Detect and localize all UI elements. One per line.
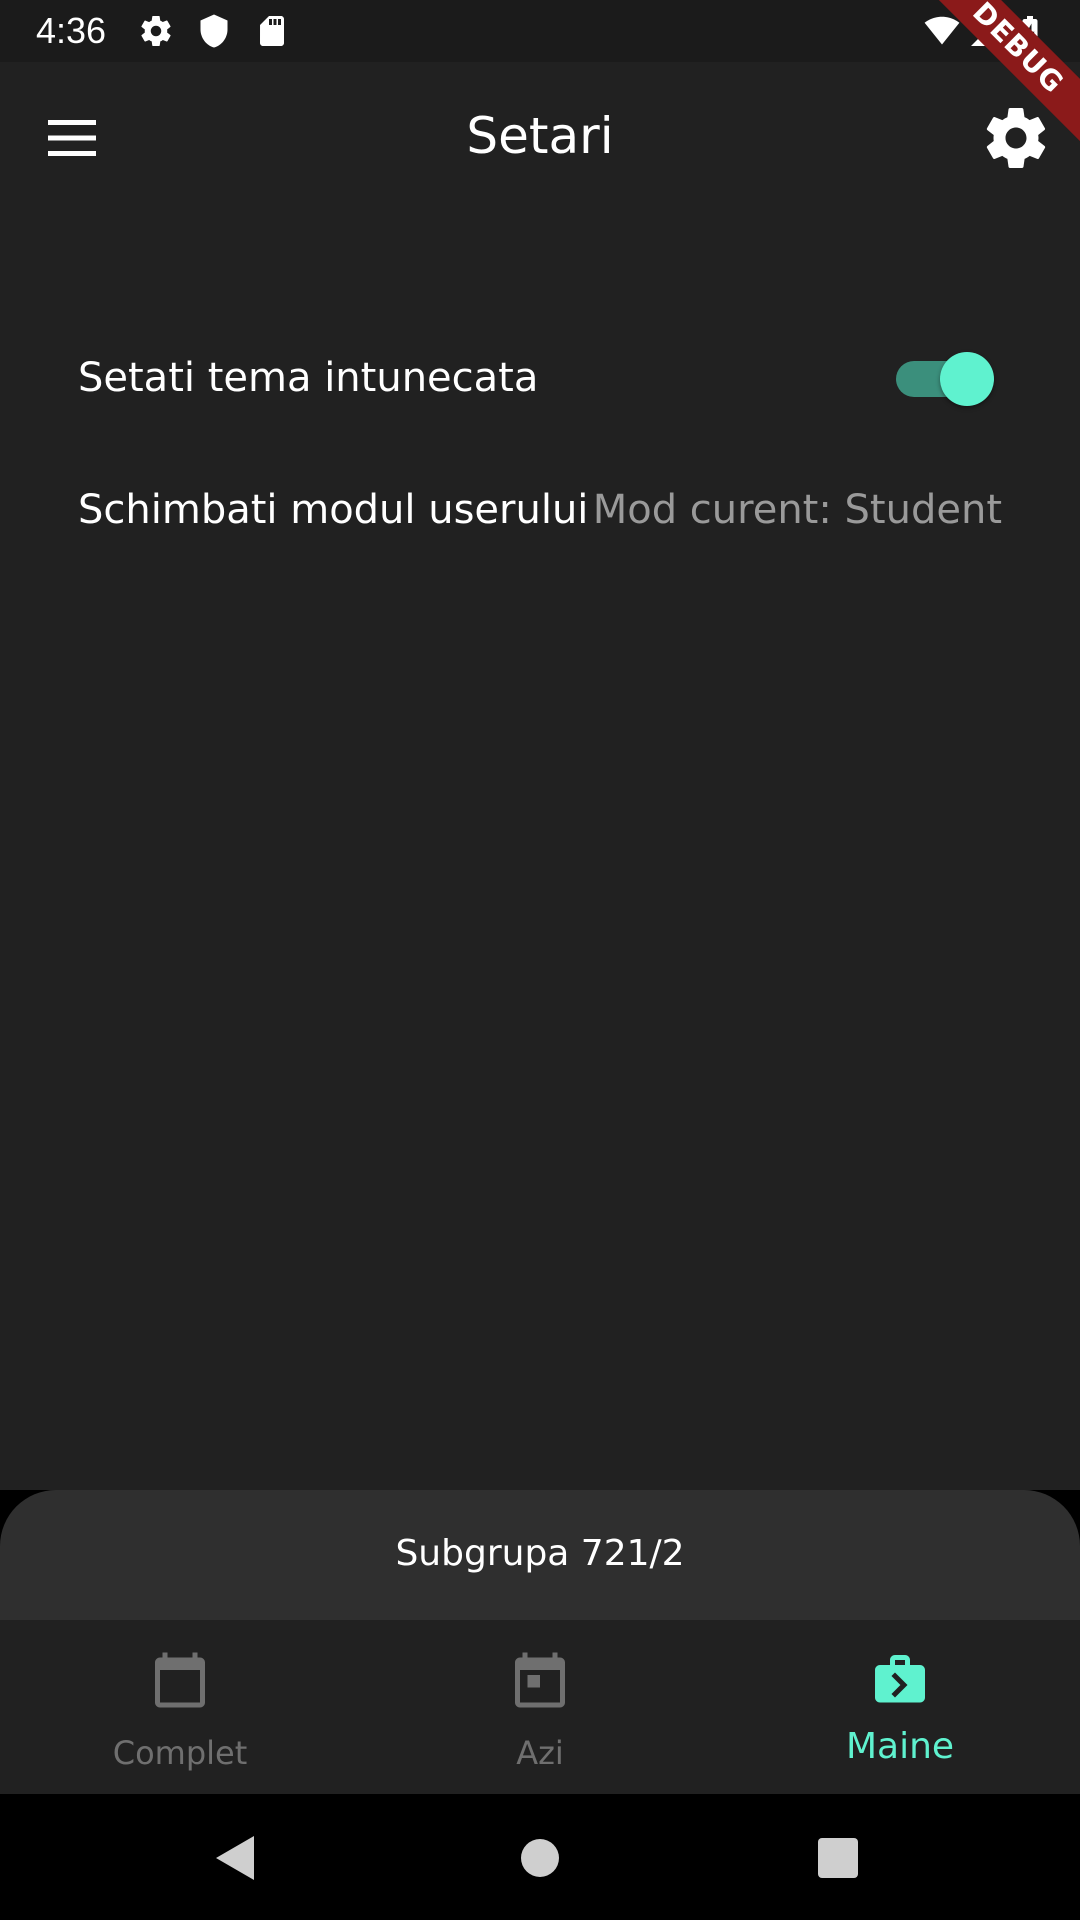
user-mode-label: Schimbati modul userului <box>78 487 589 533</box>
nav-label-complet: Complet <box>112 1734 248 1772</box>
briefcase-next-icon <box>870 1650 930 1710</box>
status-bar: 4:36 <box>0 0 1080 62</box>
toggle-thumb <box>940 352 994 406</box>
settings-list: Setati tema intunecata Schimbati modul u… <box>0 212 1080 1490</box>
dark-theme-label: Setati tema intunecata <box>78 355 539 401</box>
back-icon[interactable] <box>210 1830 266 1886</box>
page-title: Setari <box>466 107 614 165</box>
nav-item-azi[interactable]: Azi <box>360 1620 720 1794</box>
nav-item-maine[interactable]: Maine <box>720 1620 1080 1794</box>
wifi-icon <box>924 13 960 49</box>
dark-theme-toggle[interactable] <box>892 352 994 406</box>
bottom-nav: Complet Azi Maine <box>0 1620 1080 1794</box>
subgroup-label: Subgrupa 721/2 <box>395 1533 685 1574</box>
shield-icon <box>196 13 232 49</box>
home-icon[interactable] <box>512 1830 568 1886</box>
calendar-icon <box>150 1650 210 1710</box>
user-mode-value: Mod curent: Student <box>592 487 1002 533</box>
nav-item-complet[interactable]: Complet <box>0 1620 360 1794</box>
gear-icon <box>986 108 1046 169</box>
recents-icon[interactable] <box>810 1830 866 1886</box>
dark-theme-setting[interactable]: Setati tema intunecata <box>78 330 1002 426</box>
settings-button[interactable] <box>980 102 1052 174</box>
settings-gear-icon <box>138 13 174 49</box>
nav-label-maine: Maine <box>845 1726 955 1767</box>
subgroup-sheet[interactable]: Subgrupa 721/2 <box>0 1490 1080 1620</box>
calendar-today-icon <box>510 1650 570 1710</box>
system-nav-bar <box>0 1794 1080 1920</box>
nav-label-azi: Azi <box>516 1734 564 1772</box>
status-time: 4:36 <box>36 10 107 51</box>
app-bar: Setari <box>0 62 1080 212</box>
sd-card-icon <box>254 13 290 49</box>
user-mode-setting[interactable]: Schimbati modul userului Mod curent: Stu… <box>78 462 1002 558</box>
